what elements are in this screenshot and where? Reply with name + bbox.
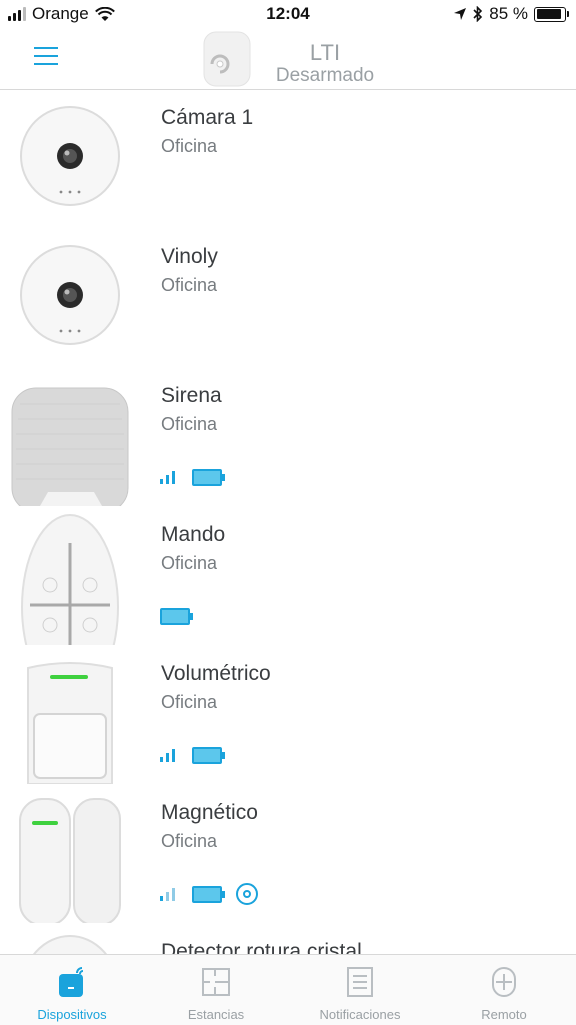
device-row[interactable]: Detector rotura cristal	[0, 924, 576, 954]
device-name: Cámara 1	[161, 106, 254, 129]
tab-label: Estancias	[187, 1007, 245, 1022]
device-status-icons	[160, 743, 225, 767]
device-list: Cámara 1 Oficina Vinoly Oficina Sirena O…	[0, 90, 576, 954]
battery-icon	[534, 6, 569, 22]
device-name: Mando	[161, 523, 226, 546]
battery-level-icon	[192, 468, 225, 486]
device-row[interactable]: Magnético Oficina	[0, 785, 576, 925]
tab-label: Remoto	[481, 1007, 527, 1022]
device-row[interactable]: Sirena Oficina	[0, 368, 576, 508]
battery-level-icon	[192, 885, 225, 903]
signal-strength-icon	[160, 748, 178, 762]
status-right: 85 %	[453, 4, 569, 24]
device-name: Vinoly	[161, 245, 218, 268]
tab-label: Notificaciones	[319, 1007, 401, 1022]
device-name: Magnético	[161, 801, 258, 824]
rooms-icon	[202, 968, 230, 996]
device-row[interactable]: Vinoly Oficina	[0, 229, 576, 369]
hamburger-menu-icon[interactable]	[34, 46, 58, 66]
device-room: Oficina	[161, 553, 218, 573]
hub-name: LTI	[309, 40, 341, 65]
camera-device-image	[20, 245, 120, 345]
signal-strength-icon	[160, 887, 178, 901]
camera-device-image	[20, 106, 120, 206]
tab-label: Dispositivos	[37, 1007, 107, 1022]
battery-level-icon	[192, 746, 225, 764]
hub-status: Desarmado	[275, 65, 375, 86]
tab-devices[interactable]: Dispositivos	[0, 955, 144, 1025]
device-room: Oficina	[161, 831, 218, 851]
motion-detector-device-image	[27, 662, 113, 784]
location-arrow-icon	[454, 8, 467, 20]
device-name: Volumétrico	[161, 662, 271, 685]
signal-strength-icon	[160, 470, 178, 484]
device-room: Oficina	[161, 692, 218, 712]
device-name: Sirena	[161, 384, 222, 407]
status-bar: Orange 12:04 85 %	[0, 0, 576, 30]
bottom-tab-bar: Dispositivos Estancias Notificaciones Re…	[0, 954, 576, 1025]
device-status-icons	[160, 465, 225, 489]
device-room: Oficina	[161, 414, 218, 434]
tab-notifications[interactable]: Notificaciones	[288, 955, 432, 1025]
hub-device-icon[interactable]	[198, 30, 256, 88]
battery-level-icon	[160, 607, 193, 625]
device-room: Oficina	[161, 136, 218, 156]
device-status-icons	[160, 882, 258, 906]
app-header: LTI Desarmado	[0, 30, 576, 90]
device-room: Oficina	[161, 275, 218, 295]
device-row[interactable]: Cámara 1 Oficina	[0, 90, 576, 230]
door-sensor-device-image	[19, 798, 121, 923]
device-status-icons	[160, 604, 193, 628]
devices-icon	[59, 967, 84, 997]
tab-remote[interactable]: Remoto	[432, 955, 576, 1025]
glass-break-detector-device-image	[32, 935, 108, 954]
device-name: Detector rotura cristal	[161, 940, 362, 954]
bluetooth-icon	[473, 6, 483, 22]
device-row[interactable]: Mando Oficina	[0, 507, 576, 647]
notifications-icon	[347, 967, 373, 997]
tab-rooms[interactable]: Estancias	[144, 955, 288, 1025]
siren-device-image	[11, 387, 129, 506]
delay-ring-icon	[236, 883, 258, 905]
battery-percent: 85 %	[489, 4, 528, 23]
remote-icon	[492, 967, 516, 997]
device-row[interactable]: Volumétrico Oficina	[0, 646, 576, 786]
keyfob-device-image	[21, 514, 119, 645]
